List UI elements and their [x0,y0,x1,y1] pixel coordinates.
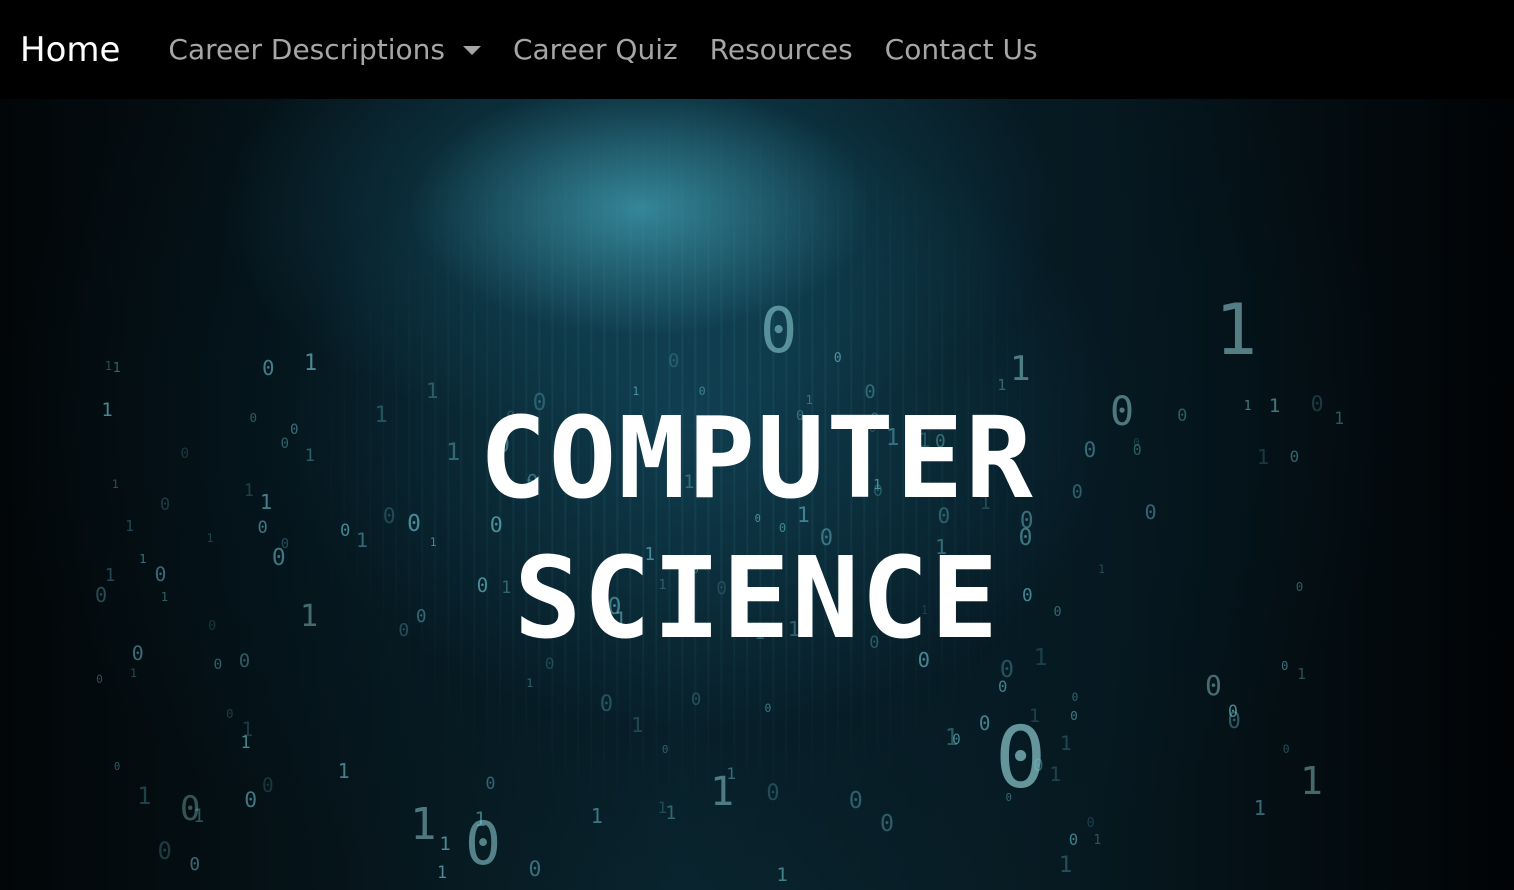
binary-digit: 0 [1205,669,1222,702]
binary-digit: 0 [114,760,121,773]
binary-digit: 0 [848,785,863,814]
binary-digit: 1 [439,832,451,855]
binary-digit: 1 [240,731,251,752]
hero-title-line-1: COMPUTER [479,394,1035,524]
binary-digit: 1 [1093,832,1102,848]
binary-digit: 0 [879,810,894,838]
binary-digit: 1 [303,350,318,376]
binary-digit: 0 [225,706,234,722]
top-navbar: Home Career Descriptions Career Quiz Res… [0,0,1514,99]
binary-digit: 1 [1253,796,1266,821]
binary-digit: 1 [1028,706,1040,728]
binary-digit: 0 [599,690,614,717]
binary-digit: 0 [244,788,258,814]
binary-digit: 0 [764,700,772,715]
binary-digit: 0 [661,742,669,756]
nav-career-quiz[interactable]: Career Quiz [513,35,678,64]
binary-digit: 1 [590,803,603,828]
binary-digit: 1 [410,799,437,850]
binary-digit: 1 [526,676,534,690]
binary-digit: 0 [262,355,275,380]
binary-digit: 0 [668,350,680,372]
binary-digit: 1 [104,358,113,374]
binary-digit: 1 [337,759,350,784]
binary-digit: 1 [1215,289,1258,371]
binary-digit: 1 [112,361,121,377]
binary-digit: 0 [485,773,496,793]
binary-digit: 0 [1070,709,1078,725]
binary-digit: 1 [631,713,644,738]
binary-digit: 1 [474,808,487,832]
binary-digit: 0 [690,690,702,711]
binary-digit: 0 [261,773,274,797]
binary-digit: 0 [157,837,172,866]
hero-title: COMPUTER SCIENCE [0,389,1514,669]
binary-digit: 1 [776,863,788,886]
binary-digit: 0 [1033,755,1044,776]
binary-digit: 0 [189,854,200,875]
binary-digit: 0 [1071,690,1079,704]
binary-digit: 0 [1227,708,1241,735]
binary-digit: 1 [1300,759,1323,803]
binary-digit: 1 [137,782,152,811]
binary-digit: 0 [833,350,842,366]
binary-digit: 1 [437,863,448,883]
binary-digit: 0 [1005,791,1012,804]
binary-digit: 0 [96,673,103,687]
binary-digit: 1 [726,764,736,784]
binary-digit: 0 [998,678,1008,697]
binary-digit: 1 [1058,852,1073,879]
binary-digit: 1 [944,724,959,751]
binary-digit: 0 [978,711,991,735]
binary-digit: 1 [193,806,205,827]
nav-resources[interactable]: Resources [710,35,853,64]
binary-digit: 0 [1282,742,1290,757]
binary-digit: 0 [1086,815,1095,832]
nav-contact-us[interactable]: Contact Us [885,35,1038,64]
binary-digit: 0 [528,857,542,883]
binary-digit: 1 [1060,731,1072,755]
nav-career-descriptions-dropdown[interactable]: Career Descriptions [168,32,481,66]
binary-digit: 0 [1068,829,1079,849]
binary-digit: 0 [760,294,798,367]
caret-down-icon [462,46,481,55]
home-link[interactable]: Home [20,33,120,67]
binary-digit: 1 [657,798,668,818]
hero-title-line-2: SCIENCE [513,534,1000,664]
binary-digit: 1 [1010,349,1031,389]
binary-digit: 1 [1049,762,1062,786]
binary-digit: 0 [766,780,780,806]
hero-banner: 0101010101010100001001101111100100000000… [0,99,1514,890]
nav-career-descriptions-label: Career Descriptions [168,32,445,66]
